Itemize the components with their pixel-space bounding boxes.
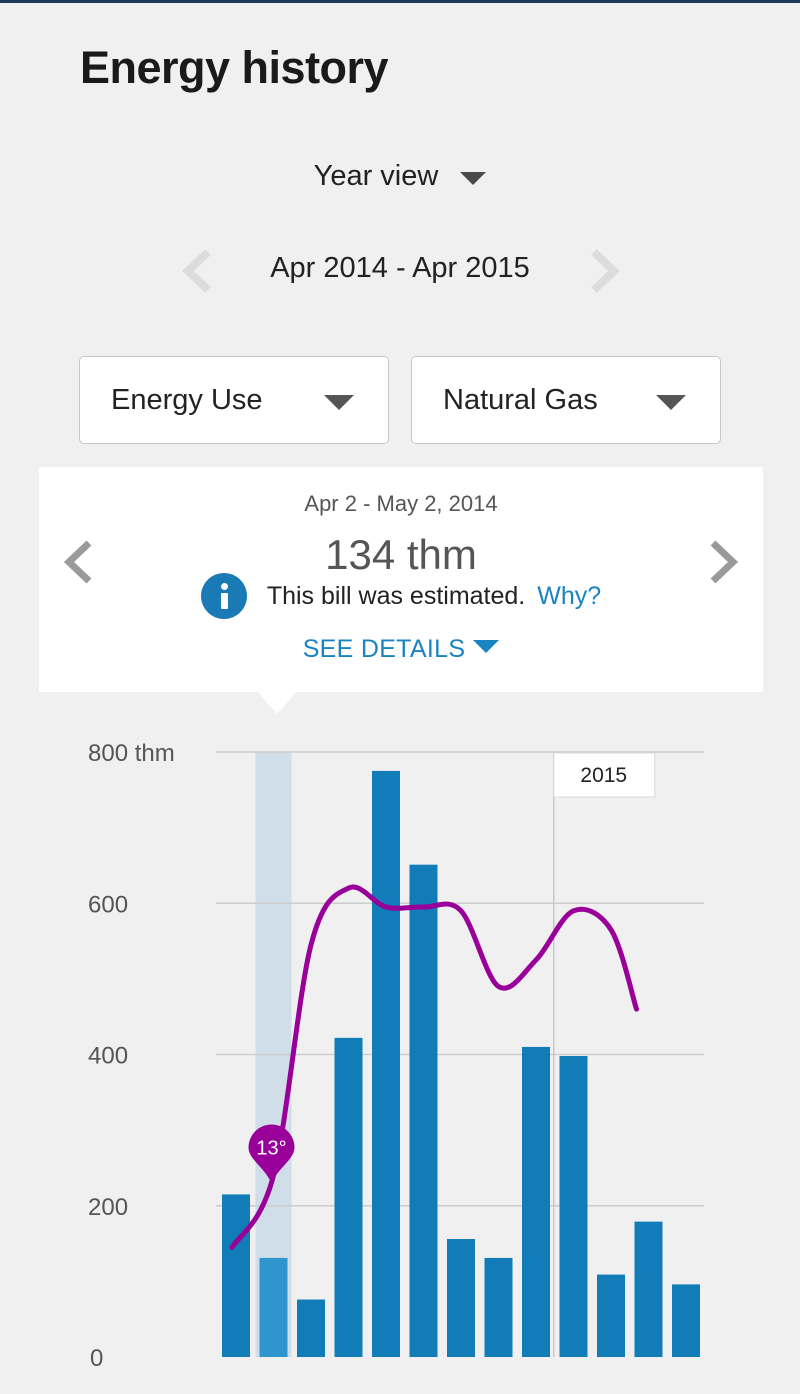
usage-bar bbox=[222, 1194, 250, 1357]
why-link[interactable]: Why? bbox=[537, 582, 601, 611]
caret-down-icon bbox=[473, 640, 500, 653]
view-selector-label: Year view bbox=[313, 160, 439, 192]
fuel-dropdown[interactable]: Natural Gas bbox=[411, 356, 721, 444]
estimated-text: This bill was estimated. bbox=[266, 581, 526, 610]
usage-bar bbox=[597, 1274, 625, 1357]
y-tick-label: 800 thm bbox=[88, 740, 175, 767]
y-axis-labels: 0 200 400 600 800 thm bbox=[88, 740, 175, 1372]
y-tick-label: 200 bbox=[88, 1194, 128, 1221]
see-details-link[interactable]: SEE DETAILS bbox=[303, 635, 466, 664]
usage-bar bbox=[522, 1046, 550, 1357]
y-tick-label: 600 bbox=[88, 891, 128, 918]
see-details-toggle[interactable]: SEE DETAILS bbox=[39, 635, 763, 664]
usage-bar bbox=[447, 1239, 475, 1357]
usage-bar bbox=[409, 864, 438, 1357]
bill-period: Apr 2 - May 2, 2014 bbox=[304, 491, 498, 516]
usage-bar bbox=[672, 1284, 700, 1357]
bill-detail-card: Apr 2 - May 2, 2014 134 thm This bill wa… bbox=[39, 467, 763, 692]
usage-bar bbox=[297, 1299, 325, 1357]
metric-dropdown-label: Energy Use bbox=[111, 384, 263, 416]
chevron-down-icon bbox=[324, 395, 354, 410]
chevron-down-icon[interactable] bbox=[460, 172, 487, 185]
y-tick-label: 0 bbox=[90, 1345, 103, 1372]
year-marker: 2015 bbox=[553, 752, 656, 798]
usage-bar bbox=[634, 1221, 663, 1357]
fuel-dropdown-label: Natural Gas bbox=[443, 384, 598, 416]
usage-bar bbox=[372, 770, 400, 1357]
temperature-marker-label: 13° bbox=[256, 1138, 286, 1160]
view-selector[interactable]: Year view bbox=[0, 160, 800, 193]
metric-dropdown[interactable]: Energy Use bbox=[79, 356, 389, 444]
estimated-notice: This bill was estimated. Why? bbox=[39, 573, 763, 619]
info-icon[interactable] bbox=[200, 573, 247, 619]
date-range-label: Apr 2014 - Apr 2015 bbox=[270, 252, 530, 284]
usage-bar bbox=[484, 1257, 513, 1357]
page-title: Energy history bbox=[80, 42, 389, 93]
chevron-down-icon bbox=[656, 395, 686, 410]
chevron-right-icon[interactable] bbox=[578, 246, 628, 296]
bill-usage-value: 134 thm bbox=[325, 531, 477, 578]
usage-bar bbox=[559, 1056, 588, 1357]
usage-bar bbox=[334, 1037, 363, 1357]
year-marker-label: 2015 bbox=[580, 764, 627, 787]
top-border bbox=[0, 0, 800, 3]
y-tick-label: 400 bbox=[88, 1043, 128, 1070]
energy-usage-chart: 0 200 400 600 800 thm 2015 13° bbox=[88, 740, 704, 1372]
date-range-nav: Apr 2014 - Apr 2015 bbox=[0, 246, 800, 296]
usage-bar bbox=[259, 1257, 288, 1357]
